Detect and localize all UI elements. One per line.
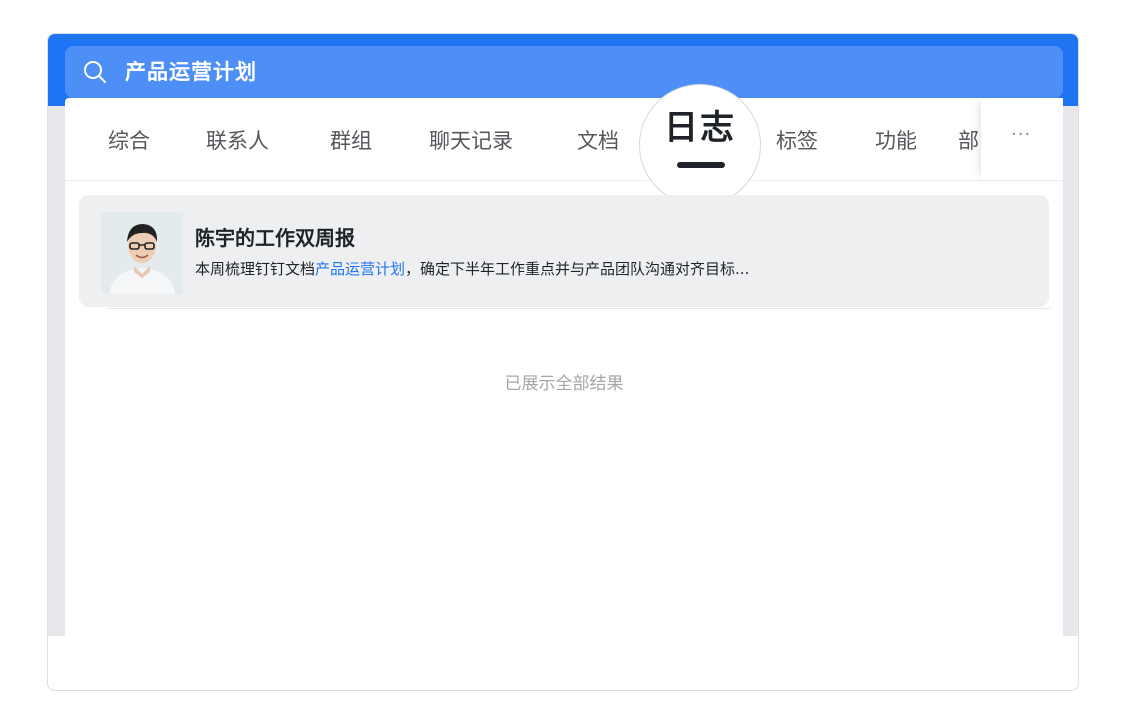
tab-contacts[interactable]: 联系人 [206, 127, 269, 155]
tab-docs[interactable]: 文档 [577, 127, 619, 155]
more-icon: ··· [1011, 124, 1032, 145]
tab-chat-history[interactable]: 聊天记录 [429, 127, 513, 155]
end-of-results-text: 已展示全部结果 [504, 374, 624, 394]
search-query: 产品运营计划 [125, 60, 257, 84]
snippet-highlight: 产品运营计划 [315, 260, 406, 278]
tab-partial[interactable]: 部 [958, 127, 978, 155]
more-tabs-button[interactable]: ··· [981, 98, 1063, 180]
search-icon [84, 61, 106, 83]
tab-groups[interactable]: 群组 [330, 127, 372, 155]
search-input[interactable]: 产品运营计划 [65, 46, 1063, 98]
snippet-text: 本周梳理钉钉文档 [195, 260, 316, 278]
app-window: 产品运营计划 综合 联系人 群组 聊天记录 文档 标签 功能 部 ··· 日志 [47, 33, 1079, 691]
tab-logs-label: 日志 [664, 108, 736, 148]
active-tab-indicator [677, 162, 725, 168]
avatar [101, 212, 183, 294]
snippet-text-rest: ，确定下半年工作重点并与产品团队沟通对齐目标... [405, 260, 750, 278]
tab-all[interactable]: 综合 [108, 127, 150, 155]
result-snippet: 本周梳理钉钉文档产品运营计划，确定下半年工作重点并与产品团队沟通对齐目标... [195, 258, 749, 280]
tab-tags[interactable]: 标签 [776, 127, 818, 155]
search-results-panel: 综合 联系人 群组 聊天记录 文档 标签 功能 部 ··· 日志 陈宇的工作双周… [65, 84, 1063, 690]
tab-features[interactable]: 功能 [875, 127, 917, 155]
list-item[interactable]: 陈宇的工作双周报 本周梳理钉钉文档产品运营计划，确定下半年工作重点并与产品团队沟… [79, 195, 1049, 307]
tab-logs[interactable]: 日志 [639, 84, 761, 206]
divider [107, 308, 1051, 309]
category-tabs: 综合 联系人 群组 聊天记录 文档 标签 功能 部 ··· [65, 98, 1063, 181]
result-title: 陈宇的工作双周报 [195, 226, 355, 250]
